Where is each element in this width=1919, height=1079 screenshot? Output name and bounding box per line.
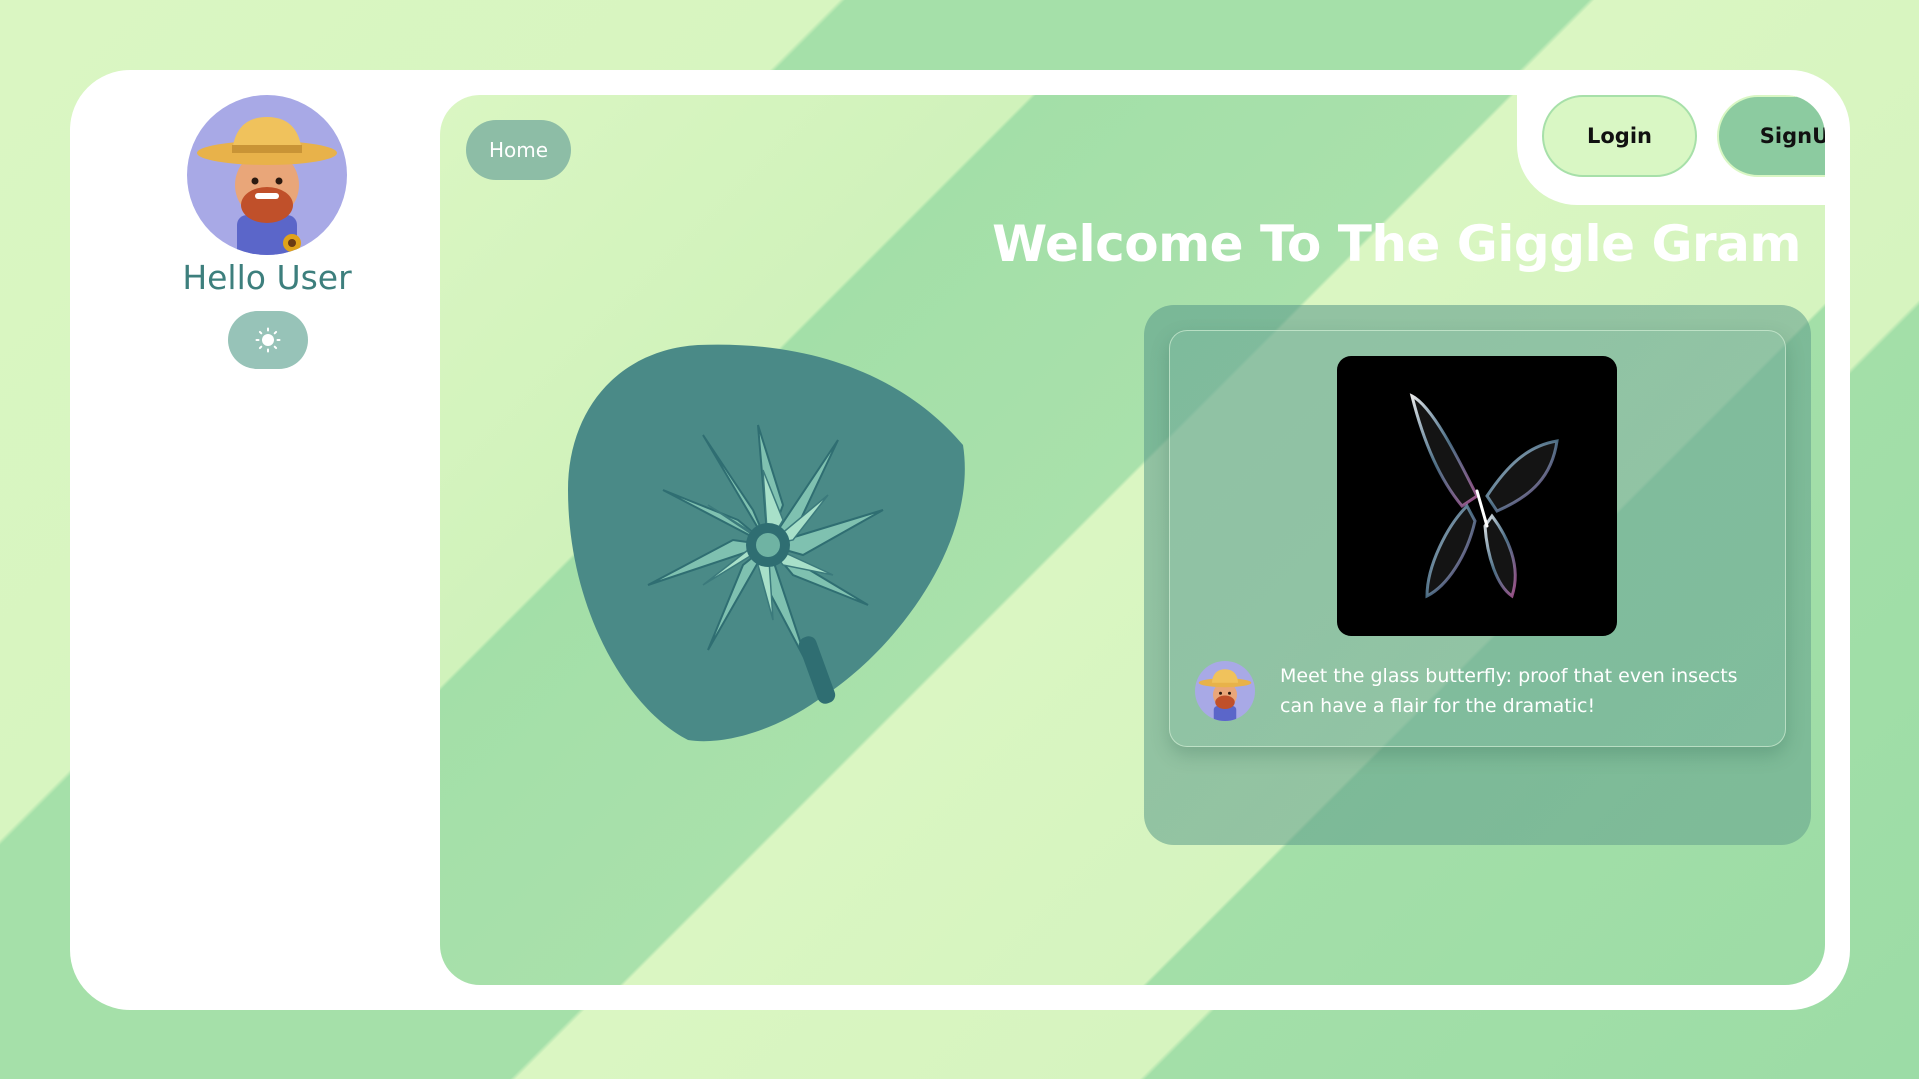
page-title: Welcome To The Giggle Gram (992, 215, 1801, 273)
glass-butterfly-image (1409, 393, 1559, 599)
greeting-text: Hello User (182, 258, 352, 297)
post-image[interactable] (1337, 356, 1617, 636)
post-author-avatar[interactable] (1195, 661, 1255, 721)
hero-image (568, 340, 973, 745)
iridescent-flower-image (568, 344, 965, 742)
home-button[interactable]: Home (466, 120, 571, 180)
post-card[interactable]: Meet the glass butterfly: proof that eve… (1169, 330, 1786, 747)
farmer-avatar-icon (1198, 669, 1252, 721)
sun-icon (255, 327, 281, 353)
feed-panel: Meet the glass butterfly: proof that eve… (1144, 305, 1811, 845)
main-panel: Home Login SignUp Welcome To The Giggle … (440, 95, 1825, 985)
sidebar: Hello User (70, 70, 440, 1010)
login-button[interactable]: Login (1542, 95, 1697, 177)
user-avatar[interactable] (187, 95, 347, 255)
theme-toggle-button[interactable] (228, 311, 308, 369)
farmer-avatar-icon (197, 117, 337, 255)
signup-button[interactable]: SignUp (1717, 95, 1825, 177)
auth-buttons-container: Login SignUp (1517, 95, 1825, 205)
post-caption: Meet the glass butterfly: proof that eve… (1280, 665, 1738, 717)
app-frame: Hello User Home Login SignUp (70, 70, 1850, 1010)
